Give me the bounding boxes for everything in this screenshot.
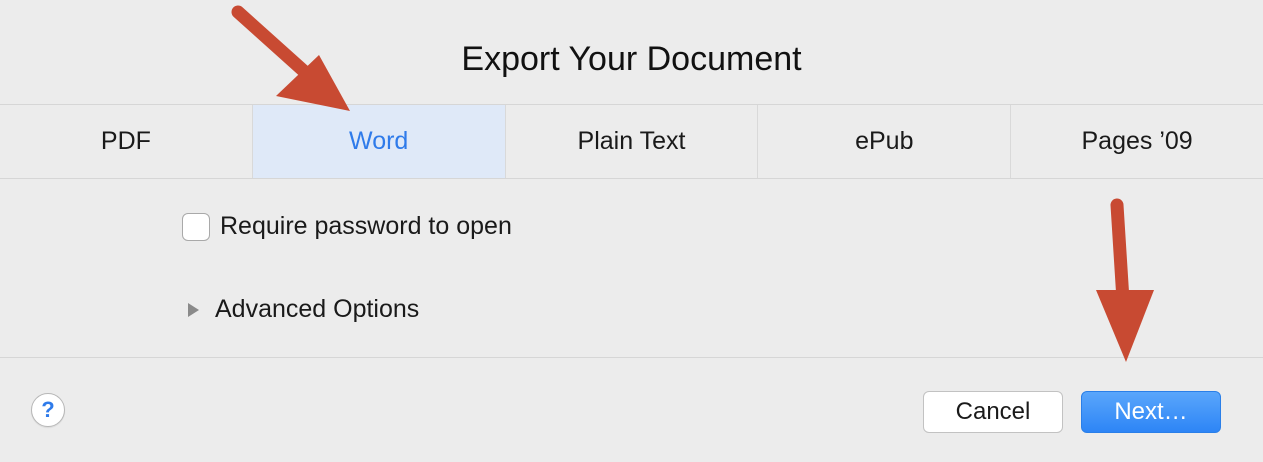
help-icon[interactable]: ? <box>31 393 65 427</box>
format-tab-bar: PDF Word Plain Text ePub Pages ’09 <box>0 104 1263 179</box>
require-password-label[interactable]: Require password to open <box>220 212 512 241</box>
tab-plain-text[interactable]: Plain Text <box>506 105 759 178</box>
advanced-options-row[interactable]: Advanced Options <box>182 295 419 324</box>
require-password-row[interactable]: Require password to open <box>182 212 512 241</box>
tab-word[interactable]: Word <box>252 105 506 178</box>
next-button[interactable]: Next… <box>1081 391 1221 433</box>
tab-pages-09[interactable]: Pages ’09 <box>1011 105 1263 178</box>
require-password-checkbox[interactable] <box>182 212 210 241</box>
dialog-footer: ? Cancel Next… <box>0 357 1263 462</box>
export-dialog: Export Your Document PDF Word Plain Text… <box>0 0 1263 462</box>
tab-pdf[interactable]: PDF <box>0 105 253 178</box>
tab-epub[interactable]: ePub <box>758 105 1012 178</box>
disclosure-triangle-icon[interactable] <box>188 302 199 317</box>
dialog-title: Export Your Document <box>461 39 802 78</box>
advanced-options-label[interactable]: Advanced Options <box>215 295 419 324</box>
cancel-button[interactable]: Cancel <box>923 391 1063 433</box>
